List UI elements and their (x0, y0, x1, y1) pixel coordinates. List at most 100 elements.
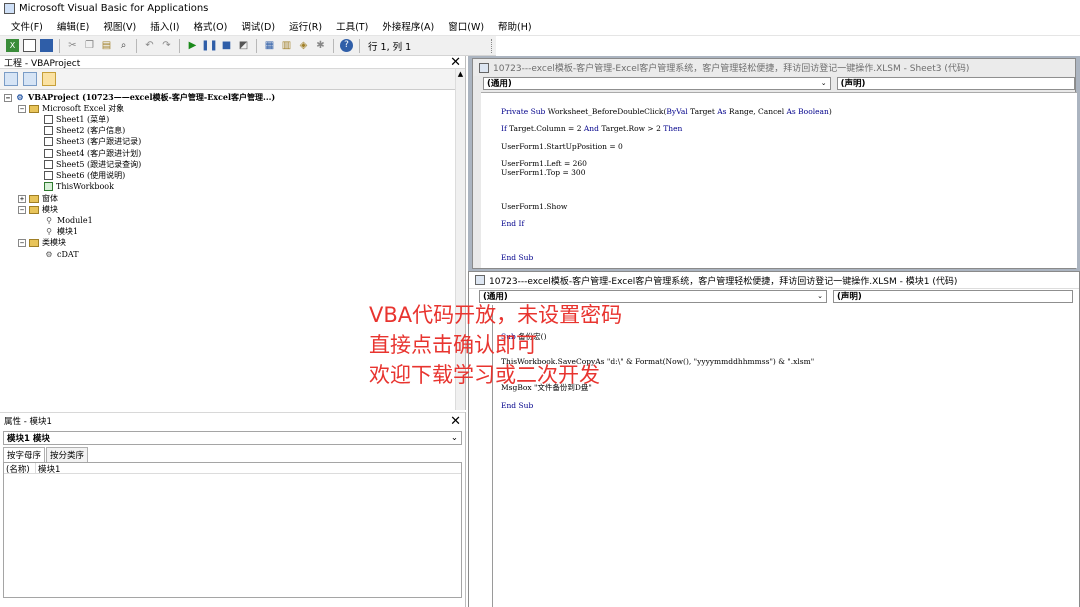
code-line: UserForm1.Left = 260 (501, 159, 587, 168)
menu-debug[interactable]: 调试(D) (238, 18, 278, 34)
collapse-icon[interactable]: − (18, 238, 26, 247)
menu-tools[interactable]: 工具(T) (333, 18, 371, 34)
tree-node-label: Sheet1 (菜单) (56, 115, 110, 124)
tree-node-sheet4[interactable]: Sheet4 (客户跟进计划) (44, 148, 141, 159)
annotation-line-1: VBA代码开放，未设置密码 (369, 303, 623, 327)
tab-categorized[interactable]: 按分类序 (46, 447, 89, 462)
help-icon[interactable]: ? (340, 39, 353, 52)
close-icon[interactable]: ✕ (450, 55, 461, 70)
tree-node-excel-objects[interactable]: − Microsoft Excel 对象 (18, 103, 124, 114)
module-icon: ⚲ (46, 216, 52, 225)
undo-icon[interactable]: ↶ (143, 39, 156, 52)
chevron-down-icon[interactable]: ⌄ (451, 433, 458, 443)
menu-run[interactable]: 运行(R) (286, 18, 325, 34)
pause-icon[interactable]: ❚❚ (201, 39, 218, 52)
save-icon[interactable] (40, 39, 53, 52)
expand-icon[interactable]: + (18, 194, 26, 203)
menu-file[interactable]: 文件(F) (8, 18, 46, 34)
project-explorer-title: 工程 - VBAProject (4, 58, 81, 69)
menu-view[interactable]: 视图(V) (100, 18, 139, 34)
insert-userform-icon[interactable] (23, 39, 36, 52)
cut-icon[interactable]: ✂ (66, 39, 79, 52)
vba-app-icon (4, 3, 15, 14)
procedure-combo[interactable]: (声明) (836, 76, 1075, 90)
menu-insert[interactable]: 插入(I) (147, 18, 182, 34)
view-code-icon[interactable] (4, 72, 18, 86)
tree-node-label: ThisWorkbook (56, 182, 114, 191)
reset-icon[interactable]: ■ (220, 39, 233, 52)
tree-node-module-cn[interactable]: ⚲ 模块1 (44, 226, 78, 237)
tree-node-thisworkbook[interactable]: ThisWorkbook (44, 181, 114, 192)
window-title: Microsoft Visual Basic for Applications (19, 3, 209, 14)
paste-icon[interactable]: ▤ (100, 39, 113, 52)
code-line: End Sub (501, 401, 534, 410)
object-combo[interactable]: (通用) ⌄ (483, 76, 831, 90)
menu-help[interactable]: 帮助(H) (495, 18, 535, 34)
annotation-line-2: 直接点击确认即可 (369, 333, 537, 357)
sheet-icon (44, 160, 53, 169)
collapse-icon[interactable]: − (18, 104, 26, 113)
properties-window-icon[interactable]: ▥ (280, 39, 293, 52)
collapse-icon[interactable]: − (4, 93, 12, 102)
procedure-combo-value: (声明) (840, 79, 866, 89)
object-combo-value: (通用) (487, 79, 512, 89)
find-icon[interactable]: ⌕ (117, 39, 130, 52)
chevron-down-icon[interactable]: ⌄ (821, 79, 827, 87)
toolbar-grip[interactable] (491, 39, 494, 53)
tab-alphabetic[interactable]: 按字母序 (3, 447, 46, 462)
sheet-icon (44, 126, 53, 135)
object-browser-icon[interactable]: ◈ (297, 39, 310, 52)
toggle-folders-icon[interactable] (42, 72, 56, 86)
code-line: Private Sub Worksheet_BeforeDoubleClick(… (501, 107, 832, 116)
tree-node-sheet2[interactable]: Sheet2 (客户信息) (44, 125, 125, 136)
scroll-up-icon[interactable]: ▲ (456, 69, 465, 79)
menu-addins[interactable]: 外接程序(A) (379, 18, 437, 34)
tree-node-module1[interactable]: ⚲ Module1 (44, 215, 93, 226)
tree-node-label: Sheet2 (客户信息) (56, 126, 126, 135)
tree-node-modules[interactable]: − 模块 (18, 204, 58, 215)
property-row[interactable]: (名称) 模块1 (4, 463, 461, 475)
title-bar: Microsoft Visual Basic for Applications (0, 0, 1080, 17)
chevron-down-icon[interactable]: ⌄ (817, 292, 823, 300)
property-value[interactable]: 模块1 (36, 463, 60, 475)
collapse-icon[interactable]: − (18, 205, 26, 214)
toolbox-icon[interactable]: ✱ (314, 39, 327, 52)
tree-node-forms[interactable]: + 窗体 (18, 193, 58, 204)
tree-node-cdat[interactable]: ⚙ cDAT (44, 249, 79, 260)
close-icon[interactable]: ✕ (450, 414, 461, 429)
tree-node-sheet6[interactable]: Sheet6 (使用说明) (44, 170, 125, 181)
tree-node-label: 类模块 (42, 238, 66, 247)
code-window-title-bar[interactable]: 10723---excel模板-客户管理-Excel客户管理系统，客户管理轻松便… (473, 59, 1075, 76)
project-explorer-icon[interactable]: ▦ (263, 39, 276, 52)
toolbar-separator (59, 38, 60, 53)
menu-format[interactable]: 格式(O) (190, 18, 230, 34)
redo-icon[interactable]: ↷ (160, 39, 173, 52)
vbaproject-icon: ⚙ (16, 92, 24, 102)
copy-icon[interactable]: ❐ (83, 39, 96, 52)
tree-node-sheet3[interactable]: Sheet3 (客户跟进记录) (44, 136, 141, 147)
workbook-icon (44, 182, 53, 191)
view-object-icon[interactable] (23, 72, 37, 86)
tree-node-sheet1[interactable]: Sheet1 (菜单) (44, 114, 109, 125)
properties-grid: (名称) 模块1 (3, 462, 462, 598)
run-icon[interactable]: ▶ (186, 39, 199, 52)
tree-node-label: Sheet5 (跟进记录查询) (56, 160, 142, 169)
code-editor-text[interactable]: Private Sub Worksheet_BeforeDoubleClick(… (481, 92, 1077, 268)
design-mode-icon[interactable]: ◩ (237, 39, 250, 52)
toolbar-separator (179, 38, 180, 53)
tree-node-label: cDAT (57, 250, 79, 259)
code-window-title-bar[interactable]: 10723---excel模板-客户管理-Excel客户管理系统，客户管理轻松便… (469, 272, 1079, 289)
tree-node-sheet5[interactable]: Sheet5 (跟进记录查询) (44, 159, 141, 170)
menu-bar: 文件(F) 编辑(E) 视图(V) 插入(I) 格式(O) 调试(D) 运行(R… (0, 17, 1080, 36)
folder-icon (29, 194, 39, 203)
code-window-icon (475, 275, 485, 285)
view-excel-icon[interactable]: X (6, 39, 19, 52)
procedure-combo[interactable]: (声明) (833, 289, 1073, 303)
menu-window[interactable]: 窗口(W) (445, 18, 487, 34)
tree-node-vbaproject[interactable]: − ⚙ VBAProject (10723——excel模板-客户管理-Exce… (4, 92, 275, 103)
sheet-icon (44, 149, 53, 158)
properties-object-select[interactable]: 模块1 模块 ⌄ (3, 431, 462, 445)
folder-icon (29, 104, 39, 113)
tree-node-class-modules[interactable]: − 类模块 (18, 237, 66, 248)
menu-edit[interactable]: 编辑(E) (54, 18, 92, 34)
